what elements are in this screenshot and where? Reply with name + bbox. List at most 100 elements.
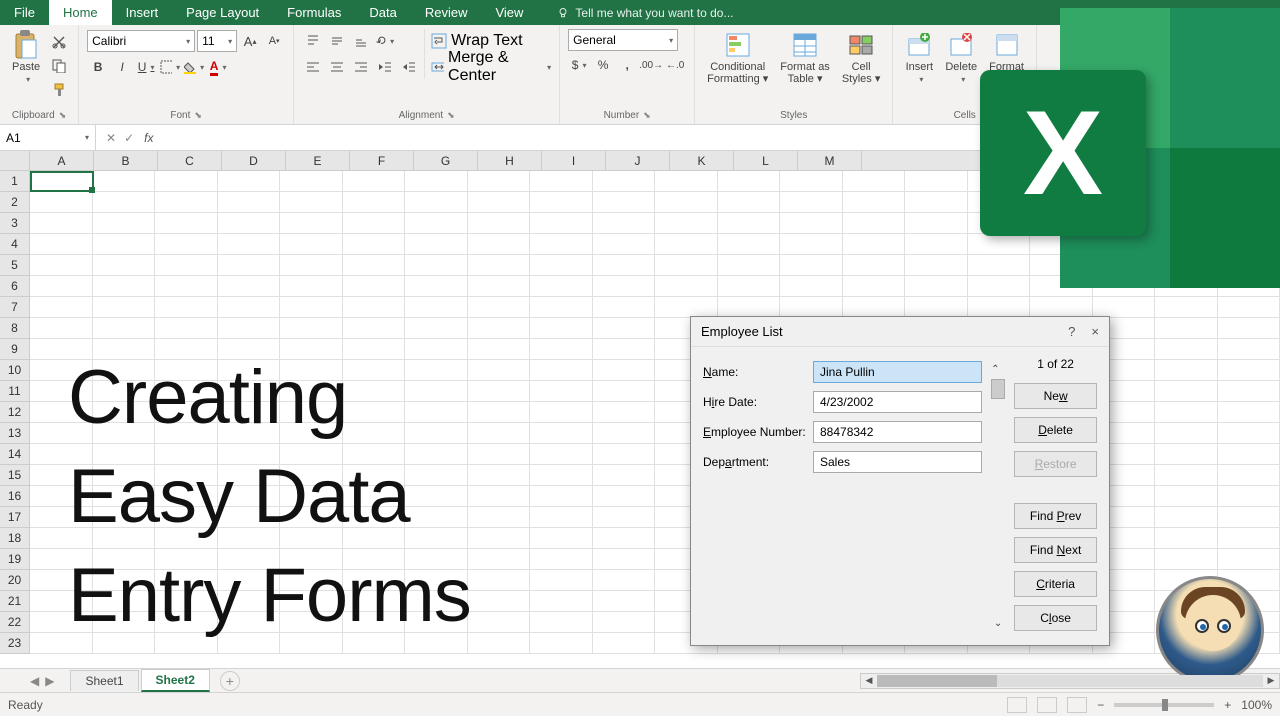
increase-indent-button[interactable] [398, 56, 420, 78]
zoom-out-button[interactable]: − [1097, 698, 1104, 712]
restore-button[interactable]: Restore [1014, 451, 1097, 477]
delete-cells-button[interactable]: Delete▾ [941, 29, 981, 86]
delete-button[interactable]: Delete [1014, 417, 1097, 443]
cancel-formula-icon[interactable]: ✕ [106, 131, 116, 145]
column-header[interactable]: B [94, 151, 158, 170]
dialog-close-icon[interactable]: × [1091, 324, 1099, 339]
row-header[interactable]: 2 [0, 192, 30, 213]
row-header[interactable]: 4 [0, 234, 30, 255]
hire-date-field[interactable] [813, 391, 982, 413]
row-header[interactable]: 14 [0, 444, 30, 465]
column-header[interactable]: G [414, 151, 478, 170]
merge-center-button[interactable]: Merge & Center▾ [431, 55, 551, 79]
number-format-combo[interactable]: General▾ [568, 29, 678, 51]
row-header[interactable]: 7 [0, 297, 30, 318]
font-color-button[interactable]: A▾ [207, 56, 229, 78]
page-break-view-button[interactable] [1067, 697, 1087, 713]
font-name-combo[interactable]: Calibri▾ [87, 30, 195, 52]
enter-formula-icon[interactable]: ✓ [124, 131, 134, 145]
tab-formulas[interactable]: Formulas [273, 0, 355, 25]
align-bottom-button[interactable] [350, 30, 372, 52]
scroll-thumb[interactable] [991, 379, 1005, 399]
format-as-table-button[interactable]: Format asTable ▾ [776, 29, 834, 87]
orientation-button[interactable]: ⟲▾ [374, 30, 396, 52]
align-top-button[interactable] [302, 30, 324, 52]
row-header[interactable]: 20 [0, 570, 30, 591]
select-all-corner[interactable] [0, 151, 30, 170]
zoom-level[interactable]: 100% [1241, 698, 1272, 712]
align-middle-button[interactable] [326, 30, 348, 52]
employee-number-field[interactable] [813, 421, 982, 443]
row-header[interactable]: 18 [0, 528, 30, 549]
page-layout-view-button[interactable] [1037, 697, 1057, 713]
selected-cell[interactable] [30, 171, 94, 192]
row-header[interactable]: 6 [0, 276, 30, 297]
add-sheet-button[interactable]: + [220, 671, 240, 691]
insert-cells-button[interactable]: Insert▾ [901, 29, 937, 86]
format-painter-button[interactable] [48, 79, 70, 101]
department-field[interactable] [813, 451, 982, 473]
decrease-font-button[interactable]: A▾ [263, 30, 285, 52]
row-header[interactable]: 16 [0, 486, 30, 507]
percent-button[interactable]: % [592, 54, 614, 76]
bold-button[interactable]: B [87, 56, 109, 78]
tab-view[interactable]: View [481, 0, 537, 25]
dialog-help-icon[interactable]: ? [1068, 324, 1075, 339]
alignment-launcher-icon[interactable]: ⬊ [447, 110, 455, 121]
tab-home[interactable]: Home [49, 0, 112, 25]
cut-button[interactable] [48, 31, 70, 53]
conditional-formatting-button[interactable]: ConditionalFormatting ▾ [703, 29, 772, 87]
row-header[interactable]: 21 [0, 591, 30, 612]
column-header[interactable]: J [606, 151, 670, 170]
tell-me-search[interactable]: Tell me what you want to do... [537, 0, 733, 25]
row-header[interactable]: 17 [0, 507, 30, 528]
row-header[interactable]: 9 [0, 339, 30, 360]
new-button[interactable]: New [1014, 383, 1097, 409]
name-box[interactable]: A1▾ [0, 125, 96, 150]
zoom-in-button[interactable]: + [1224, 698, 1231, 712]
zoom-slider[interactable] [1114, 703, 1214, 707]
increase-decimal-button[interactable]: .00→ [640, 54, 662, 76]
sheet-tab-1[interactable]: Sheet1 [70, 670, 138, 691]
decrease-indent-button[interactable] [374, 56, 396, 78]
scroll-down-icon[interactable]: ⌄ [994, 618, 1002, 629]
dialog-scrollbar[interactable]: ⌃ ⌄ [990, 357, 1006, 631]
horizontal-scrollbar[interactable]: ◀ ▶ [860, 673, 1280, 689]
italic-button[interactable]: I [111, 56, 133, 78]
column-header[interactable]: H [478, 151, 542, 170]
dialog-titlebar[interactable]: Employee List ? × [691, 317, 1109, 347]
fx-icon[interactable]: fx [144, 131, 161, 145]
underline-button[interactable]: U▾ [135, 56, 157, 78]
tab-review[interactable]: Review [411, 0, 482, 25]
column-header[interactable]: K [670, 151, 734, 170]
font-launcher-icon[interactable]: ⬊ [194, 110, 202, 121]
hscroll-right-icon[interactable]: ▶ [1263, 675, 1279, 686]
sheet-nav-prev-icon[interactable]: ◀ [30, 674, 39, 688]
row-header[interactable]: 8 [0, 318, 30, 339]
tab-data[interactable]: Data [355, 0, 410, 25]
row-header[interactable]: 13 [0, 423, 30, 444]
column-header[interactable]: A [30, 151, 94, 170]
hscroll-left-icon[interactable]: ◀ [861, 675, 877, 686]
align-right-button[interactable] [350, 56, 372, 78]
align-center-button[interactable] [326, 56, 348, 78]
fill-handle[interactable] [89, 187, 95, 193]
paste-button[interactable]: Paste ▾ [8, 29, 44, 86]
row-header[interactable]: 12 [0, 402, 30, 423]
normal-view-button[interactable] [1007, 697, 1027, 713]
copy-button[interactable] [48, 55, 70, 77]
scroll-up-icon[interactable]: ⌃ [991, 364, 999, 375]
sheet-nav-next-icon[interactable]: ▶ [45, 674, 54, 688]
increase-font-button[interactable]: A▴ [239, 30, 261, 52]
fill-color-button[interactable]: ▾ [183, 56, 205, 78]
column-header[interactable]: I [542, 151, 606, 170]
border-button[interactable]: ▾ [159, 56, 181, 78]
tab-insert[interactable]: Insert [112, 0, 173, 25]
row-header[interactable]: 22 [0, 612, 30, 633]
align-left-button[interactable] [302, 56, 324, 78]
column-header[interactable]: D [222, 151, 286, 170]
hscroll-thumb[interactable] [877, 675, 997, 687]
column-header[interactable]: F [350, 151, 414, 170]
cell-styles-button[interactable]: CellStyles ▾ [838, 29, 885, 87]
tab-file[interactable]: File [0, 0, 49, 25]
